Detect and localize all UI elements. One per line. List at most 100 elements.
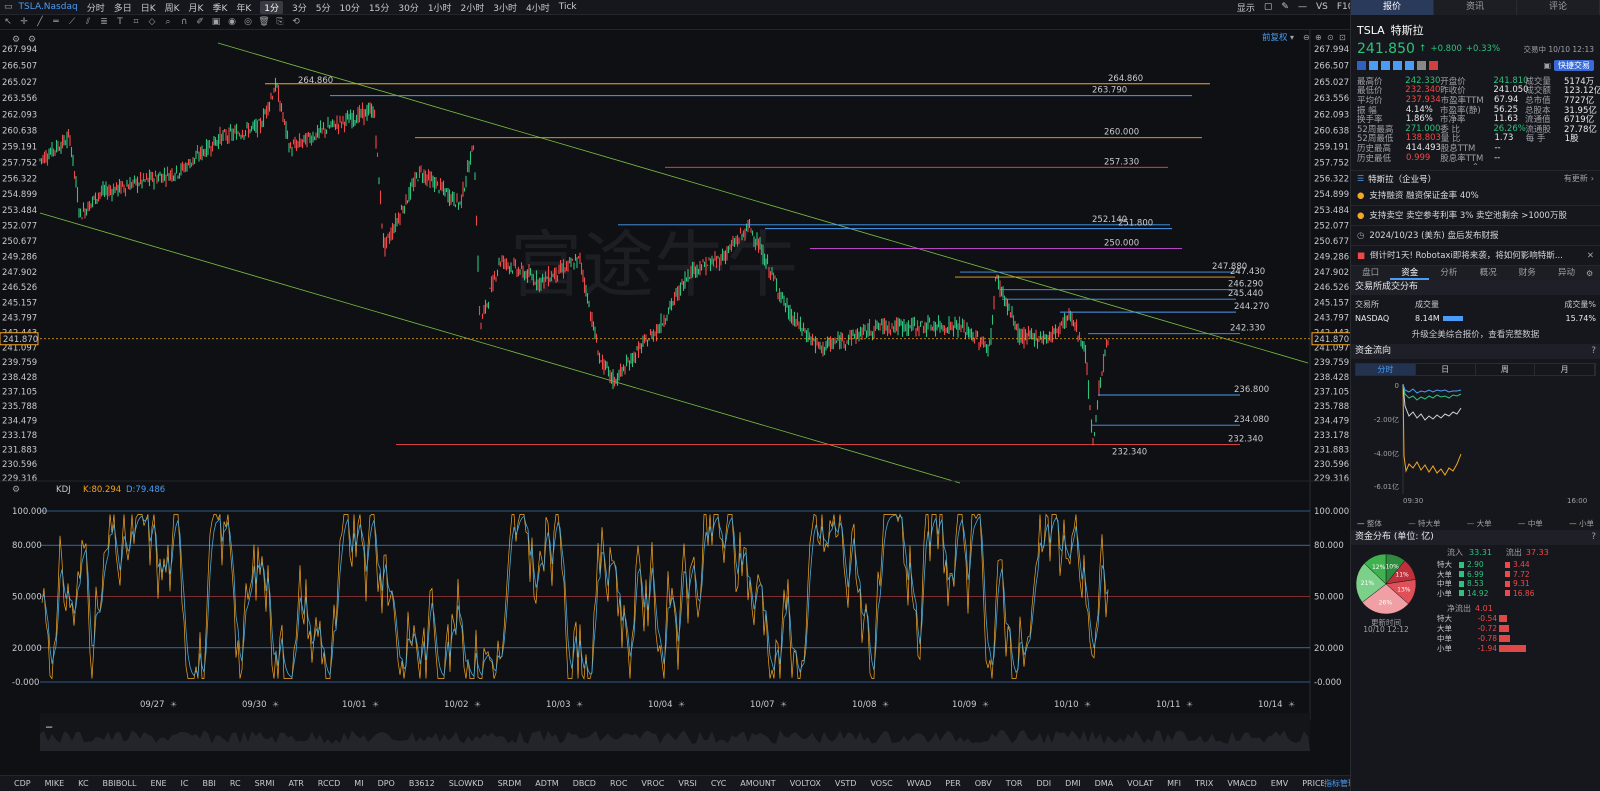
ray-icon[interactable]: ⟋ [64, 16, 80, 29]
menu-icon[interactable]: ▭ [4, 2, 13, 12]
indicator-item[interactable]: VRSI [678, 779, 696, 788]
indicator-item[interactable]: ROC [610, 779, 627, 788]
eye-icon[interactable]: ◉ [224, 16, 240, 29]
period-tab[interactable]: 10分 [339, 1, 359, 14]
kdj-settings-icon[interactable]: ⚙ [12, 485, 20, 495]
lock-icon[interactable]: ▣ [208, 16, 224, 29]
layout-icon[interactable]: ▢ [1264, 2, 1273, 12]
gear-icon-2[interactable]: ⚙ [28, 35, 36, 45]
indicator-item[interactable]: PRICEOSC [1302, 779, 1324, 788]
info-earnings[interactable]: ◷ 2024/10/23 (美东) 盘后发布财报 [1351, 226, 1600, 246]
fullscreen-icon[interactable]: ⊡ [1339, 33, 1346, 42]
indicator-item[interactable]: DMA [1095, 779, 1114, 788]
subtab[interactable]: 财务 [1508, 266, 1547, 280]
collapse-chevron-icon[interactable]: ⌃ [1357, 162, 1594, 171]
indicator-item[interactable]: SRDM [498, 779, 522, 788]
adjust-dropdown[interactable]: 前复权 [1262, 32, 1288, 43]
period-tab[interactable]: 4小时 [526, 1, 550, 14]
delete-icon[interactable]: 🗑 [256, 16, 272, 29]
help-icon-2[interactable]: ? [1591, 530, 1596, 545]
magnet-icon[interactable]: ∩ [176, 16, 192, 29]
settings-icon[interactable]: ⚙ [12, 35, 20, 45]
indicator-item[interactable]: CYC [711, 779, 726, 788]
period-tab[interactable]: 周K [165, 1, 180, 14]
more-icon[interactable]: ⊙ [1327, 33, 1334, 42]
price-chart-svg[interactable]: 富途牛牛 264.860 232.340 264.860 263.790 260.00… [0, 30, 1380, 775]
tab-news[interactable]: 资讯 [1434, 0, 1517, 15]
period-tab[interactable]: 30分 [398, 1, 418, 14]
indicator-item[interactable]: MIKE [45, 779, 65, 788]
fib-icon[interactable]: ≣ [96, 16, 112, 29]
minus-icon[interactable]: — [1298, 2, 1307, 12]
indicator-item[interactable]: VMACD [1227, 779, 1256, 788]
channel-icon[interactable]: ⫽ [80, 16, 96, 29]
indicator-item[interactable]: SLOWKD [449, 779, 484, 788]
indicator-item[interactable]: ADTM [535, 779, 558, 788]
reset-icon[interactable]: ⟲ [288, 16, 304, 29]
period-tab[interactable]: 3小时 [493, 1, 517, 14]
indicator-item[interactable]: BBIBOLL [103, 779, 137, 788]
indicator-item[interactable]: VROC [641, 779, 664, 788]
period-tab[interactable]: 5分 [316, 1, 331, 14]
period-tab[interactable]: Tick [559, 2, 577, 12]
period-tab[interactable]: 3分 [292, 1, 307, 14]
brush-icon[interactable]: ✐ [192, 16, 208, 29]
text-icon[interactable]: T [112, 16, 128, 29]
info-short[interactable]: ● 支持卖空 卖空参考利率 3% 卖空池剩余 >1000万股 [1351, 206, 1600, 226]
indicator-item[interactable]: SRMI [255, 779, 275, 788]
display-menu[interactable]: 显示 [1237, 1, 1255, 14]
subtab[interactable]: 异动 [1547, 266, 1586, 280]
subtab-settings-icon[interactable]: ⚙ [1586, 269, 1600, 278]
indicator-item[interactable]: CDP [14, 779, 31, 788]
period-tab[interactable]: 2小时 [461, 1, 485, 14]
period-tab[interactable]: 1小时 [428, 1, 452, 14]
company-row[interactable]: ☰ 特斯拉（企业号） 有更新 › [1351, 170, 1600, 186]
indicator-item[interactable]: DPO [378, 779, 395, 788]
help-icon[interactable]: ? [1591, 344, 1596, 359]
zoom-icon[interactable]: ⌕ [160, 16, 176, 29]
period-tab[interactable]: 日K [141, 1, 156, 14]
indicator-item[interactable]: VOSC [870, 779, 892, 788]
indicator-item[interactable]: MFI [1167, 779, 1181, 788]
period-tab[interactable]: 季K [212, 1, 227, 14]
indicator-item[interactable]: DDI [1036, 779, 1051, 788]
flow-tab[interactable]: 月 [1535, 364, 1595, 375]
shape-icon[interactable]: ◇ [144, 16, 160, 29]
indicator-item[interactable]: WVAD [907, 779, 932, 788]
crosshair-icon[interactable]: ✛ [16, 16, 32, 29]
upgrade-link[interactable]: 升级全美综合报价，查看完整数据 [1351, 328, 1600, 344]
indicator-item[interactable]: DMI [1065, 779, 1080, 788]
close-icon[interactable]: ✕ [1587, 246, 1594, 265]
flow-tab[interactable]: 分时 [1356, 364, 1416, 375]
indicator-item[interactable]: IC [181, 779, 189, 788]
period-tab[interactable]: 1分 [260, 0, 283, 14]
indicator-item[interactable]: RCCD [318, 779, 341, 788]
subtab[interactable]: 概况 [1469, 266, 1508, 280]
indicator-item[interactable]: PER [945, 779, 960, 788]
zoom-out-icon[interactable]: ⊖ [1303, 33, 1310, 42]
company-account[interactable]: 特斯拉（企业号） [1368, 173, 1436, 185]
cursor-icon[interactable]: ↖ [0, 16, 16, 29]
pen-icon[interactable]: ✎ [1281, 2, 1289, 12]
indicator-item[interactable]: OBV [975, 779, 992, 788]
period-tab[interactable]: 年K [236, 1, 251, 14]
info-margin[interactable]: ● 支持融资 融资保证金率 40% [1351, 186, 1600, 206]
indicator-item[interactable]: RC [230, 779, 241, 788]
kdj-label[interactable]: KDJ [56, 485, 71, 495]
subtab[interactable]: 盘口 [1351, 266, 1390, 280]
indicator-item[interactable]: KC [78, 779, 88, 788]
period-tab[interactable]: 15分 [369, 1, 389, 14]
trendline-icon[interactable]: ╱ [32, 16, 48, 29]
hline-icon[interactable]: ═ [48, 16, 64, 29]
chevron-down-icon[interactable]: ▾ [1290, 33, 1294, 42]
zoom-in-icon[interactable]: ⊕ [1315, 33, 1322, 42]
indicator-item[interactable]: EMV [1271, 779, 1288, 788]
navigator-handle-icon[interactable]: ▔ [45, 726, 53, 736]
indicator-item[interactable]: AMOUNT [740, 779, 775, 788]
period-tab[interactable]: 多日 [114, 1, 132, 14]
info-news[interactable]: ■ 倒计时1天! Robotaxi即将来袭，将如何影响特斯... ✕ [1351, 246, 1600, 266]
tab-comments[interactable]: 评论 [1517, 0, 1600, 15]
period-tab[interactable]: 月K [189, 1, 204, 14]
period-tab[interactable]: 分时 [87, 1, 105, 14]
flow-tab[interactable]: 日 [1416, 364, 1476, 375]
